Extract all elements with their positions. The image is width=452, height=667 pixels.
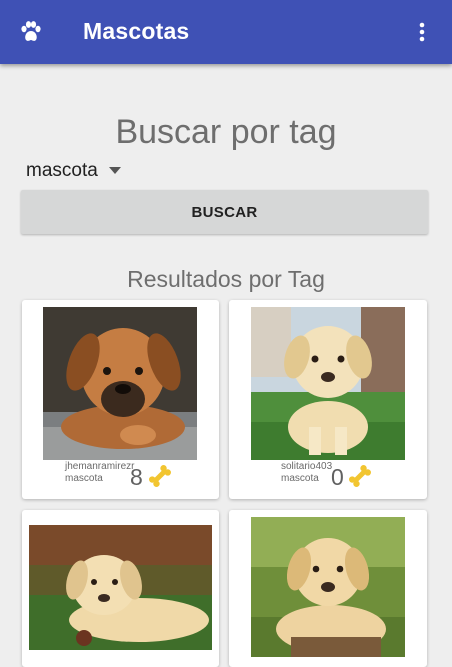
search-button[interactable]: BUSCAR — [21, 190, 428, 234]
card-username: solitario403 — [281, 461, 333, 472]
paw-icon[interactable] — [20, 20, 42, 44]
result-card[interactable] — [229, 510, 427, 667]
search-heading: Buscar por tag — [115, 113, 337, 151]
tag-spinner[interactable]: mascota — [26, 158, 122, 184]
bone-icon[interactable] — [347, 463, 373, 489]
app-bar: Mascotas — [0, 0, 452, 64]
card-tag: mascota — [281, 473, 319, 484]
bone-icon[interactable] — [147, 463, 173, 489]
result-card[interactable] — [22, 510, 219, 667]
tag-spinner-value: mascota — [26, 160, 98, 181]
card-username: jhemanramirezr — [65, 461, 135, 472]
like-count: 0 — [331, 464, 344, 490]
app-title: Mascotas — [83, 18, 190, 44]
card-tag: mascota — [65, 473, 103, 484]
card-meta: solitario403 mascota — [281, 461, 332, 485]
pet-photo — [43, 307, 197, 460]
dropdown-arrow-icon — [108, 167, 121, 174]
pet-photo — [251, 517, 405, 657]
result-card[interactable]: solitario403 mascota 0 — [229, 300, 427, 499]
more-vertical-icon[interactable] — [414, 20, 430, 44]
pet-photo — [29, 525, 212, 650]
pet-photo — [251, 307, 405, 460]
results-heading: Resultados por Tag — [127, 266, 325, 292]
card-meta: jhemanramirezr mascota — [65, 461, 134, 485]
like-count: 8 — [130, 464, 143, 490]
result-card[interactable]: jhemanramirezr mascota 8 — [22, 300, 219, 499]
